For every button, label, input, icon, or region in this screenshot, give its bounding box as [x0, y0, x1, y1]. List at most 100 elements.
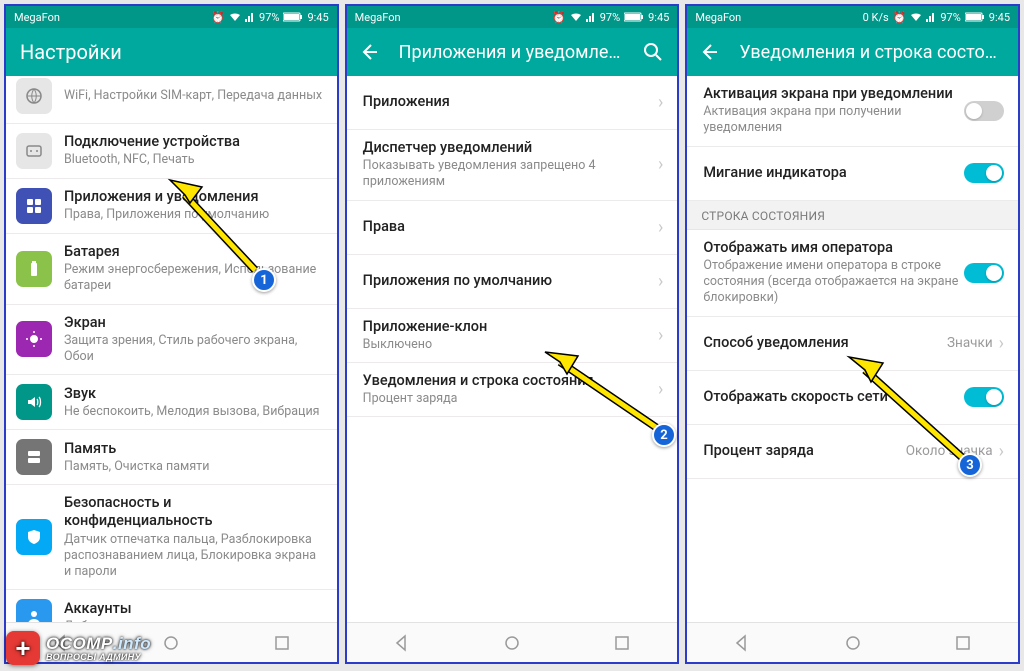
settings-item-storage[interactable]: Память Память, Очистка памяти: [6, 430, 337, 485]
item-title: Способ уведомления: [703, 334, 941, 352]
alarm-icon: ⏰: [211, 11, 225, 24]
item-title: Уведомления и строка состояния: [363, 372, 652, 390]
battery-label: 97%: [259, 11, 279, 24]
apps-icon: [16, 188, 52, 224]
wifi-icon: [570, 12, 582, 22]
item-apps[interactable]: Приложения ›: [347, 76, 678, 130]
nav-back[interactable]: [382, 634, 422, 652]
wifi-icon: [229, 12, 241, 22]
network-icon: [16, 78, 52, 114]
toggle-show-netspeed[interactable]: [964, 387, 1004, 407]
chevron-right-icon: ›: [658, 379, 663, 400]
watermark-brand: OCOMP: [46, 634, 113, 653]
settings-item-security[interactable]: Безопасность и конфиденциальность Датчик…: [6, 485, 337, 590]
nav-bar: [347, 622, 678, 662]
display-icon: [16, 321, 52, 357]
page-title: Приложения и уведомления: [399, 42, 624, 63]
back-button[interactable]: [359, 42, 379, 62]
toggle-show-carrier[interactable]: [964, 263, 1004, 283]
toggle-led-blink[interactable]: [964, 163, 1004, 183]
battery-label: 97%: [600, 11, 620, 24]
item-sub: Выключено: [363, 337, 652, 353]
item-notif-manager[interactable]: Диспетчер уведомлений Показывать уведомл…: [347, 130, 678, 201]
watermark-tagline: ВОПРОСЫ АДМИНУ: [46, 652, 151, 662]
carrier-label: MegaFon: [695, 11, 741, 24]
sound-icon: [16, 384, 52, 420]
chevron-right-icon: ›: [658, 217, 663, 238]
settings-item-battery[interactable]: Батарея Режим энергосбережения, Использо…: [6, 234, 337, 305]
item-app-twin[interactable]: Приложение-клон Выключено ›: [347, 309, 678, 363]
nav-recent[interactable]: [943, 635, 983, 651]
nav-home[interactable]: [492, 634, 532, 652]
item-screen-wake[interactable]: Активация экрана при уведомлении Активац…: [687, 76, 1018, 147]
item-sub: Защита зрения, Стиль рабочего экрана, Об…: [64, 333, 323, 366]
item-sub: Отображение имени оператора в строке сос…: [703, 258, 964, 307]
item-sub: Память, Очистка памяти: [64, 459, 323, 475]
item-notif-statusbar[interactable]: Уведомления и строка состояния Процент з…: [347, 363, 678, 417]
item-notif-method[interactable]: Способ уведомления Значки ›: [687, 317, 1018, 371]
netspeed-label: 0 K/s: [863, 11, 889, 24]
chevron-right-icon: ›: [658, 325, 663, 346]
item-led-blink[interactable]: Мигание индикатора: [687, 147, 1018, 201]
shield-icon: [16, 519, 52, 555]
item-sub: Не беспокоить, Мелодия вызова, Вибрация: [64, 404, 323, 420]
phone-notif-statusbar: MegaFon 0 K/s ⏰ 97% 9:45 Уведомления и с…: [685, 4, 1020, 664]
nav-back[interactable]: [722, 634, 762, 652]
step-badge-1: 1: [252, 268, 276, 292]
nav-recent[interactable]: [262, 635, 302, 651]
item-sub: Активация экрана при получении уведомлен…: [703, 104, 964, 137]
item-show-carrier[interactable]: Отображать имя оператора Отображение име…: [687, 230, 1018, 317]
item-show-netspeed[interactable]: Отображать скорость сети: [687, 371, 1018, 425]
accounts-icon: [16, 599, 52, 622]
carrier-label: MegaFon: [355, 11, 401, 24]
nav-home[interactable]: [833, 634, 873, 652]
phone-apps-notifications: MegaFon ⏰ 97% 9:45 Приложения и уведомле…: [345, 4, 680, 664]
item-sub: Режим энергосбережения, Использование ба…: [64, 262, 323, 295]
status-bar: MegaFon ⏰ 97% 9:45: [347, 6, 678, 28]
battery-icon: [624, 12, 644, 22]
item-title: Права: [363, 218, 652, 236]
battery-setting-icon: [16, 251, 52, 287]
settings-list[interactable]: WiFi, Настройки SIM-карт, Передача данны…: [6, 76, 337, 622]
item-permissions[interactable]: Права ›: [347, 201, 678, 255]
search-button[interactable]: [643, 42, 665, 62]
settings-item-display[interactable]: Экран Защита зрения, Стиль рабочего экра…: [6, 305, 337, 376]
item-title: Активация экрана при уведомлении: [703, 85, 964, 103]
chevron-right-icon: ›: [658, 154, 663, 175]
page-title: Уведомления и строка состояния: [739, 42, 1006, 63]
settings-item-accounts[interactable]: Аккаунты Добавление и удаление аккаунтов: [6, 590, 337, 622]
nav-home[interactable]: [151, 634, 191, 652]
watermark-plus-icon: +: [6, 631, 40, 665]
toggle-screen-wake[interactable]: [964, 101, 1004, 121]
item-sub: Показывать уведомления запрещено 4 прило…: [363, 158, 652, 191]
section-statusbar: СТРОКА СОСТОЯНИЯ: [687, 201, 1018, 230]
storage-icon: [16, 439, 52, 475]
item-title: Звук: [64, 385, 323, 403]
watermark-suffix: .info: [113, 634, 151, 653]
battery-icon: [283, 12, 303, 22]
back-button[interactable]: [699, 42, 719, 62]
item-title: Приложения по умолчанию: [363, 272, 652, 290]
item-sub: Датчик отпечатка пальца, Разблокировка р…: [64, 532, 323, 581]
item-title: Аккаунты: [64, 600, 323, 618]
item-sub: WiFi, Настройки SIM-карт, Передача данны…: [64, 88, 323, 104]
settings-item-connect[interactable]: Подключение устройства Bluetooth, NFC, П…: [6, 124, 337, 179]
chevron-right-icon: ›: [658, 92, 663, 113]
item-default-apps[interactable]: Приложения по умолчанию ›: [347, 255, 678, 309]
settings-item-network[interactable]: WiFi, Настройки SIM-карт, Передача данны…: [6, 76, 337, 124]
status-bar: MegaFon ⏰ 97% 9:45: [6, 6, 337, 28]
battery-icon: [965, 12, 985, 22]
apps-list[interactable]: Приложения › Диспетчер уведомлений Показ…: [347, 76, 678, 622]
settings-item-sound[interactable]: Звук Не беспокоить, Мелодия вызова, Вибр…: [6, 375, 337, 430]
statusbar-list[interactable]: Активация экрана при уведомлении Активац…: [687, 76, 1018, 622]
signal-icon: [926, 12, 936, 22]
step-badge-3: 3: [958, 453, 982, 477]
item-title: Мигание индикатора: [703, 164, 964, 182]
carrier-label: MegaFon: [14, 11, 60, 24]
nav-bar: [687, 622, 1018, 662]
nav-recent[interactable]: [602, 635, 642, 651]
item-title: Приложения и уведомления: [64, 188, 323, 206]
settings-item-apps[interactable]: Приложения и уведомления Права, Приложен…: [6, 179, 337, 234]
item-title: Процент заряда: [703, 442, 899, 460]
item-title: Приложения: [363, 93, 652, 111]
